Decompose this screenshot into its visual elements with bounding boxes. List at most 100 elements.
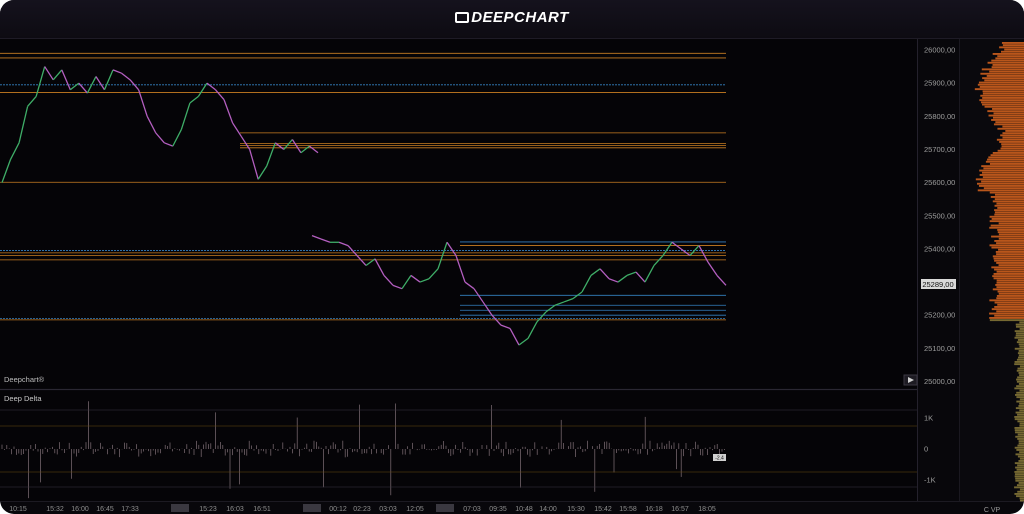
- profile-bar: [992, 64, 1024, 66]
- profile-bar: [1001, 143, 1024, 146]
- profile-bar: [997, 231, 1024, 234]
- profile-bar: [992, 152, 1024, 154]
- profile-bar: [984, 105, 1024, 108]
- profile-bar: [1017, 352, 1024, 355]
- profile-bar: [1014, 418, 1024, 421]
- profile-bar: [1014, 493, 1024, 495]
- profile-bar: [1014, 330, 1024, 333]
- profile-bar: [1019, 374, 1024, 377]
- profile-bar: [1014, 475, 1024, 478]
- time-tick-label: 16:03: [226, 506, 244, 513]
- profile-bar: [988, 156, 1024, 159]
- profile-bar: [1017, 367, 1024, 370]
- price-pane[interactable]: [0, 39, 917, 388]
- profile-bar: [1000, 134, 1024, 137]
- profile-bar: [996, 242, 1024, 245]
- delta-pane[interactable]: [0, 391, 917, 501]
- profile-bar: [1017, 464, 1024, 467]
- time-tick-label: 15:23: [199, 506, 217, 513]
- time-tick-label: 14:00: [539, 506, 557, 513]
- profile-bar: [986, 75, 1024, 77]
- profile-bar: [1015, 431, 1024, 434]
- profile-bar: [994, 198, 1024, 201]
- profile-bar: [998, 237, 1024, 240]
- profile-bar: [995, 121, 1024, 124]
- profile-bar: [997, 303, 1024, 306]
- profile-bar: [1015, 453, 1024, 456]
- profile-bar: [997, 290, 1024, 293]
- trading-chart[interactable]: 26000,00 25900,00 25800,00 25700,00 25600,00…: [0, 0, 1024, 514]
- profile-bar: [991, 218, 1024, 220]
- profile-bar: [997, 127, 1024, 130]
- profile-bar: [1018, 482, 1024, 484]
- profile-bar: [994, 240, 1024, 242]
- profile-bar: [994, 209, 1024, 212]
- profile-bar: [995, 251, 1024, 253]
- profile-bar: [990, 154, 1024, 157]
- profile-bar: [994, 301, 1024, 304]
- profile-bar: [983, 187, 1024, 190]
- profile-bar: [1015, 407, 1024, 410]
- price-tick-label: 25000,00: [924, 377, 955, 386]
- profile-bar: [989, 319, 1024, 322]
- profile-bar: [996, 138, 1024, 141]
- profile-bar: [979, 86, 1024, 88]
- profile-bar: [1016, 391, 1024, 394]
- profile-bar: [1014, 361, 1024, 363]
- profile-bar: [1019, 488, 1024, 491]
- profile-bar: [1001, 145, 1024, 148]
- time-tick-label: 17:33: [121, 506, 139, 513]
- time-tick-label: 15:42: [594, 506, 612, 513]
- profile-bar: [994, 306, 1024, 308]
- profile-bar: [1019, 457, 1024, 460]
- profile-bar: [982, 97, 1024, 99]
- profile-bar: [987, 61, 1024, 64]
- profile-bar: [1016, 495, 1024, 498]
- profile-bar: [997, 207, 1024, 209]
- profile-bar: [993, 123, 1024, 126]
- profile-bar: [1015, 411, 1024, 414]
- session-marker: [303, 504, 321, 512]
- profile-bar: [1019, 424, 1024, 427]
- profile-bar: [1018, 343, 1024, 346]
- profile-bar: [1018, 405, 1024, 407]
- profile-bar: [1015, 466, 1024, 469]
- profile-bar: [1017, 438, 1024, 440]
- delta-tick-label: 0: [924, 445, 928, 454]
- profile-bar: [1018, 372, 1024, 374]
- profile-bar: [994, 213, 1024, 216]
- profile-bar: [991, 246, 1024, 249]
- profile-bar: [994, 193, 1024, 196]
- time-tick-label: 16:18: [645, 506, 663, 513]
- profile-bar: [1018, 383, 1024, 385]
- profile-bar: [990, 196, 1024, 198]
- profile-bar: [1004, 48, 1024, 51]
- profile-bar: [975, 178, 1024, 181]
- profile-bar: [1000, 147, 1024, 150]
- profile-bar: [1017, 420, 1024, 423]
- chart-watermark-label: Deepchart®: [4, 375, 45, 384]
- profile-bar: [1015, 435, 1024, 438]
- price-tick-label: 25500,00: [924, 211, 955, 220]
- profile-label: C VP: [984, 507, 1001, 514]
- profile-bar: [993, 112, 1024, 115]
- price-tick-label: 25700,00: [924, 145, 955, 154]
- profile-bar: [982, 90, 1024, 93]
- profile-bar: [985, 160, 1024, 163]
- profile-bar: [1014, 336, 1024, 339]
- profile-bar: [1019, 398, 1024, 401]
- profile-bar: [981, 171, 1024, 174]
- profile-bar: [998, 222, 1024, 225]
- time-tick-label: 15:58: [619, 506, 637, 513]
- profile-bar: [979, 169, 1024, 172]
- profile-bar: [1015, 477, 1024, 480]
- profile-bar: [1019, 409, 1024, 412]
- profile-bar: [1002, 125, 1024, 128]
- profile-bar: [996, 281, 1024, 284]
- profile-bar: [974, 88, 1024, 91]
- price-tick-label: 25200,00: [924, 311, 955, 320]
- time-tick-label: 00:12: [329, 506, 347, 513]
- profile-bar: [982, 103, 1024, 106]
- profile-bar: [981, 165, 1024, 168]
- profile-bar: [989, 312, 1024, 315]
